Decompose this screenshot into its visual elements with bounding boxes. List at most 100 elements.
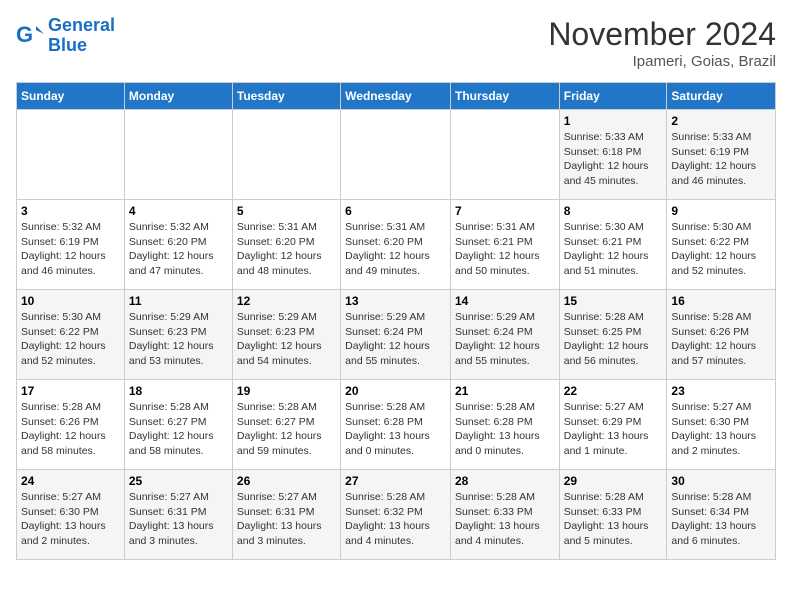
day-cell: 16Sunrise: 5:28 AM Sunset: 6:26 PM Dayli…: [667, 290, 776, 380]
day-info: Sunrise: 5:33 AM Sunset: 6:19 PM Dayligh…: [671, 130, 771, 189]
day-cell: 17 Sunrise: 5:28 AM Sunset: 6:26 PM Dayli…: [17, 380, 125, 470]
day-cell: 27 Sunrise: 5:28 AM Sunset: 6:32 PM Dayli…: [341, 470, 451, 560]
day-cell: 3Sunrise: 5:32 AM Sunset: 6:19 PM Daylig…: [17, 200, 125, 290]
day-cell: 13Sunrise: 5:29 AM Sunset: 6:24 PM Dayli…: [341, 290, 451, 380]
day-cell: 9 Sunrise: 5:30 AM Sunset: 6:22 PM Daylig…: [667, 200, 776, 290]
day-number: 22: [564, 384, 663, 398]
day-number: 9: [671, 204, 771, 218]
logo-line2: Blue: [48, 35, 87, 55]
day-number: 21: [455, 384, 555, 398]
day-number: 12: [237, 294, 336, 308]
day-number: 29: [564, 474, 663, 488]
title-block: November 2024 Ipameri, Goias, Brazil: [548, 16, 776, 70]
location: Ipameri, Goias, Brazil: [548, 53, 776, 70]
day-number: 11: [129, 294, 228, 308]
day-info: Sunrise: 5:28 AM Sunset: 6:28 PM Dayligh…: [345, 400, 446, 459]
day-info: Sunrise: 5:30 AM Sunset: 6:22 PM Dayligh…: [671, 220, 771, 279]
col-header-tuesday: Tuesday: [232, 83, 340, 110]
day-info: Sunrise: 5:33 AM Sunset: 6:18 PM Dayligh…: [564, 130, 663, 189]
day-number: 23: [671, 384, 771, 398]
day-info: Sunrise: 5:28 AM Sunset: 6:27 PM Dayligh…: [129, 400, 228, 459]
col-header-saturday: Saturday: [667, 83, 776, 110]
day-number: 2: [671, 114, 771, 128]
day-cell: 8Sunrise: 5:30 AM Sunset: 6:21 PM Daylig…: [559, 200, 667, 290]
day-cell: 20 Sunrise: 5:28 AM Sunset: 6:28 PM Dayli…: [341, 380, 451, 470]
day-cell: 29 Sunrise: 5:28 AM Sunset: 6:33 PM Dayli…: [559, 470, 667, 560]
day-info: Sunrise: 5:28 AM Sunset: 6:33 PM Dayligh…: [564, 490, 663, 549]
day-number: 3: [21, 204, 120, 218]
day-number: 1: [564, 114, 663, 128]
day-info: Sunrise: 5:28 AM Sunset: 6:25 PM Dayligh…: [564, 310, 663, 369]
day-number: 5: [237, 204, 336, 218]
day-number: 30: [671, 474, 771, 488]
day-number: 24: [21, 474, 120, 488]
day-cell: [341, 110, 451, 200]
day-info: Sunrise: 5:28 AM Sunset: 6:26 PM Dayligh…: [21, 400, 120, 459]
day-info: Sunrise: 5:29 AM Sunset: 6:23 PM Dayligh…: [129, 310, 228, 369]
day-info: Sunrise: 5:28 AM Sunset: 6:28 PM Dayligh…: [455, 400, 555, 459]
day-cell: 2 Sunrise: 5:33 AM Sunset: 6:19 PM Daylig…: [667, 110, 776, 200]
logo: G General Blue: [16, 16, 115, 56]
page-header: G General Blue November 2024 Ipameri, Go…: [16, 16, 776, 70]
day-info: Sunrise: 5:27 AM Sunset: 6:30 PM Dayligh…: [671, 400, 771, 459]
col-header-friday: Friday: [559, 83, 667, 110]
day-cell: 24 Sunrise: 5:27 AM Sunset: 6:30 PM Dayli…: [17, 470, 125, 560]
day-cell: 25 Sunrise: 5:27 AM Sunset: 6:31 PM Dayli…: [124, 470, 232, 560]
day-info: Sunrise: 5:32 AM Sunset: 6:20 PM Dayligh…: [129, 220, 228, 279]
day-info: Sunrise: 5:29 AM Sunset: 6:23 PM Dayligh…: [237, 310, 336, 369]
week-row-4: 17 Sunrise: 5:28 AM Sunset: 6:26 PM Dayli…: [17, 380, 776, 470]
day-number: 27: [345, 474, 446, 488]
day-info: Sunrise: 5:27 AM Sunset: 6:31 PM Dayligh…: [129, 490, 228, 549]
day-info: Sunrise: 5:31 AM Sunset: 6:20 PM Dayligh…: [237, 220, 336, 279]
day-info: Sunrise: 5:31 AM Sunset: 6:21 PM Dayligh…: [455, 220, 555, 279]
day-cell: 23 Sunrise: 5:27 AM Sunset: 6:30 PM Dayli…: [667, 380, 776, 470]
month-title: November 2024: [548, 16, 776, 53]
day-number: 25: [129, 474, 228, 488]
calendar-body: 1 Sunrise: 5:33 AM Sunset: 6:18 PM Daylig…: [17, 110, 776, 560]
day-cell: [232, 110, 340, 200]
day-number: 14: [455, 294, 555, 308]
day-cell: 11 Sunrise: 5:29 AM Sunset: 6:23 PM Dayli…: [124, 290, 232, 380]
day-cell: 6Sunrise: 5:31 AM Sunset: 6:20 PM Daylig…: [341, 200, 451, 290]
day-number: 19: [237, 384, 336, 398]
day-cell: [17, 110, 125, 200]
week-row-1: 1 Sunrise: 5:33 AM Sunset: 6:18 PM Daylig…: [17, 110, 776, 200]
day-cell: 21 Sunrise: 5:28 AM Sunset: 6:28 PM Dayli…: [450, 380, 559, 470]
day-number: 17: [21, 384, 120, 398]
day-cell: 15Sunrise: 5:28 AM Sunset: 6:25 PM Dayli…: [559, 290, 667, 380]
calendar-table: SundayMondayTuesdayWednesdayThursdayFrid…: [16, 82, 776, 560]
col-header-thursday: Thursday: [450, 83, 559, 110]
logo-icon: G: [16, 22, 44, 50]
day-number: 6: [345, 204, 446, 218]
col-header-wednesday: Wednesday: [341, 83, 451, 110]
week-row-2: 3Sunrise: 5:32 AM Sunset: 6:19 PM Daylig…: [17, 200, 776, 290]
day-cell: [450, 110, 559, 200]
day-number: 10: [21, 294, 120, 308]
day-info: Sunrise: 5:27 AM Sunset: 6:30 PM Dayligh…: [21, 490, 120, 549]
day-number: 18: [129, 384, 228, 398]
logo-line1: General: [48, 15, 115, 35]
day-cell: [124, 110, 232, 200]
day-info: Sunrise: 5:29 AM Sunset: 6:24 PM Dayligh…: [455, 310, 555, 369]
day-info: Sunrise: 5:28 AM Sunset: 6:33 PM Dayligh…: [455, 490, 555, 549]
day-cell: 28 Sunrise: 5:28 AM Sunset: 6:33 PM Dayli…: [450, 470, 559, 560]
calendar-header-row: SundayMondayTuesdayWednesdayThursdayFrid…: [17, 83, 776, 110]
day-info: Sunrise: 5:28 AM Sunset: 6:27 PM Dayligh…: [237, 400, 336, 459]
day-number: 20: [345, 384, 446, 398]
day-number: 4: [129, 204, 228, 218]
day-number: 7: [455, 204, 555, 218]
week-row-5: 24 Sunrise: 5:27 AM Sunset: 6:30 PM Dayli…: [17, 470, 776, 560]
day-cell: 5 Sunrise: 5:31 AM Sunset: 6:20 PM Daylig…: [232, 200, 340, 290]
col-header-sunday: Sunday: [17, 83, 125, 110]
day-cell: 26Sunrise: 5:27 AM Sunset: 6:31 PM Dayli…: [232, 470, 340, 560]
day-cell: 19 Sunrise: 5:28 AM Sunset: 6:27 PM Dayli…: [232, 380, 340, 470]
day-number: 28: [455, 474, 555, 488]
col-header-monday: Monday: [124, 83, 232, 110]
week-row-3: 10Sunrise: 5:30 AM Sunset: 6:22 PM Dayli…: [17, 290, 776, 380]
day-info: Sunrise: 5:28 AM Sunset: 6:26 PM Dayligh…: [671, 310, 771, 369]
svg-text:G: G: [16, 22, 33, 47]
day-cell: 12 Sunrise: 5:29 AM Sunset: 6:23 PM Dayli…: [232, 290, 340, 380]
day-cell: 22Sunrise: 5:27 AM Sunset: 6:29 PM Dayli…: [559, 380, 667, 470]
day-info: Sunrise: 5:29 AM Sunset: 6:24 PM Dayligh…: [345, 310, 446, 369]
day-info: Sunrise: 5:28 AM Sunset: 6:32 PM Dayligh…: [345, 490, 446, 549]
